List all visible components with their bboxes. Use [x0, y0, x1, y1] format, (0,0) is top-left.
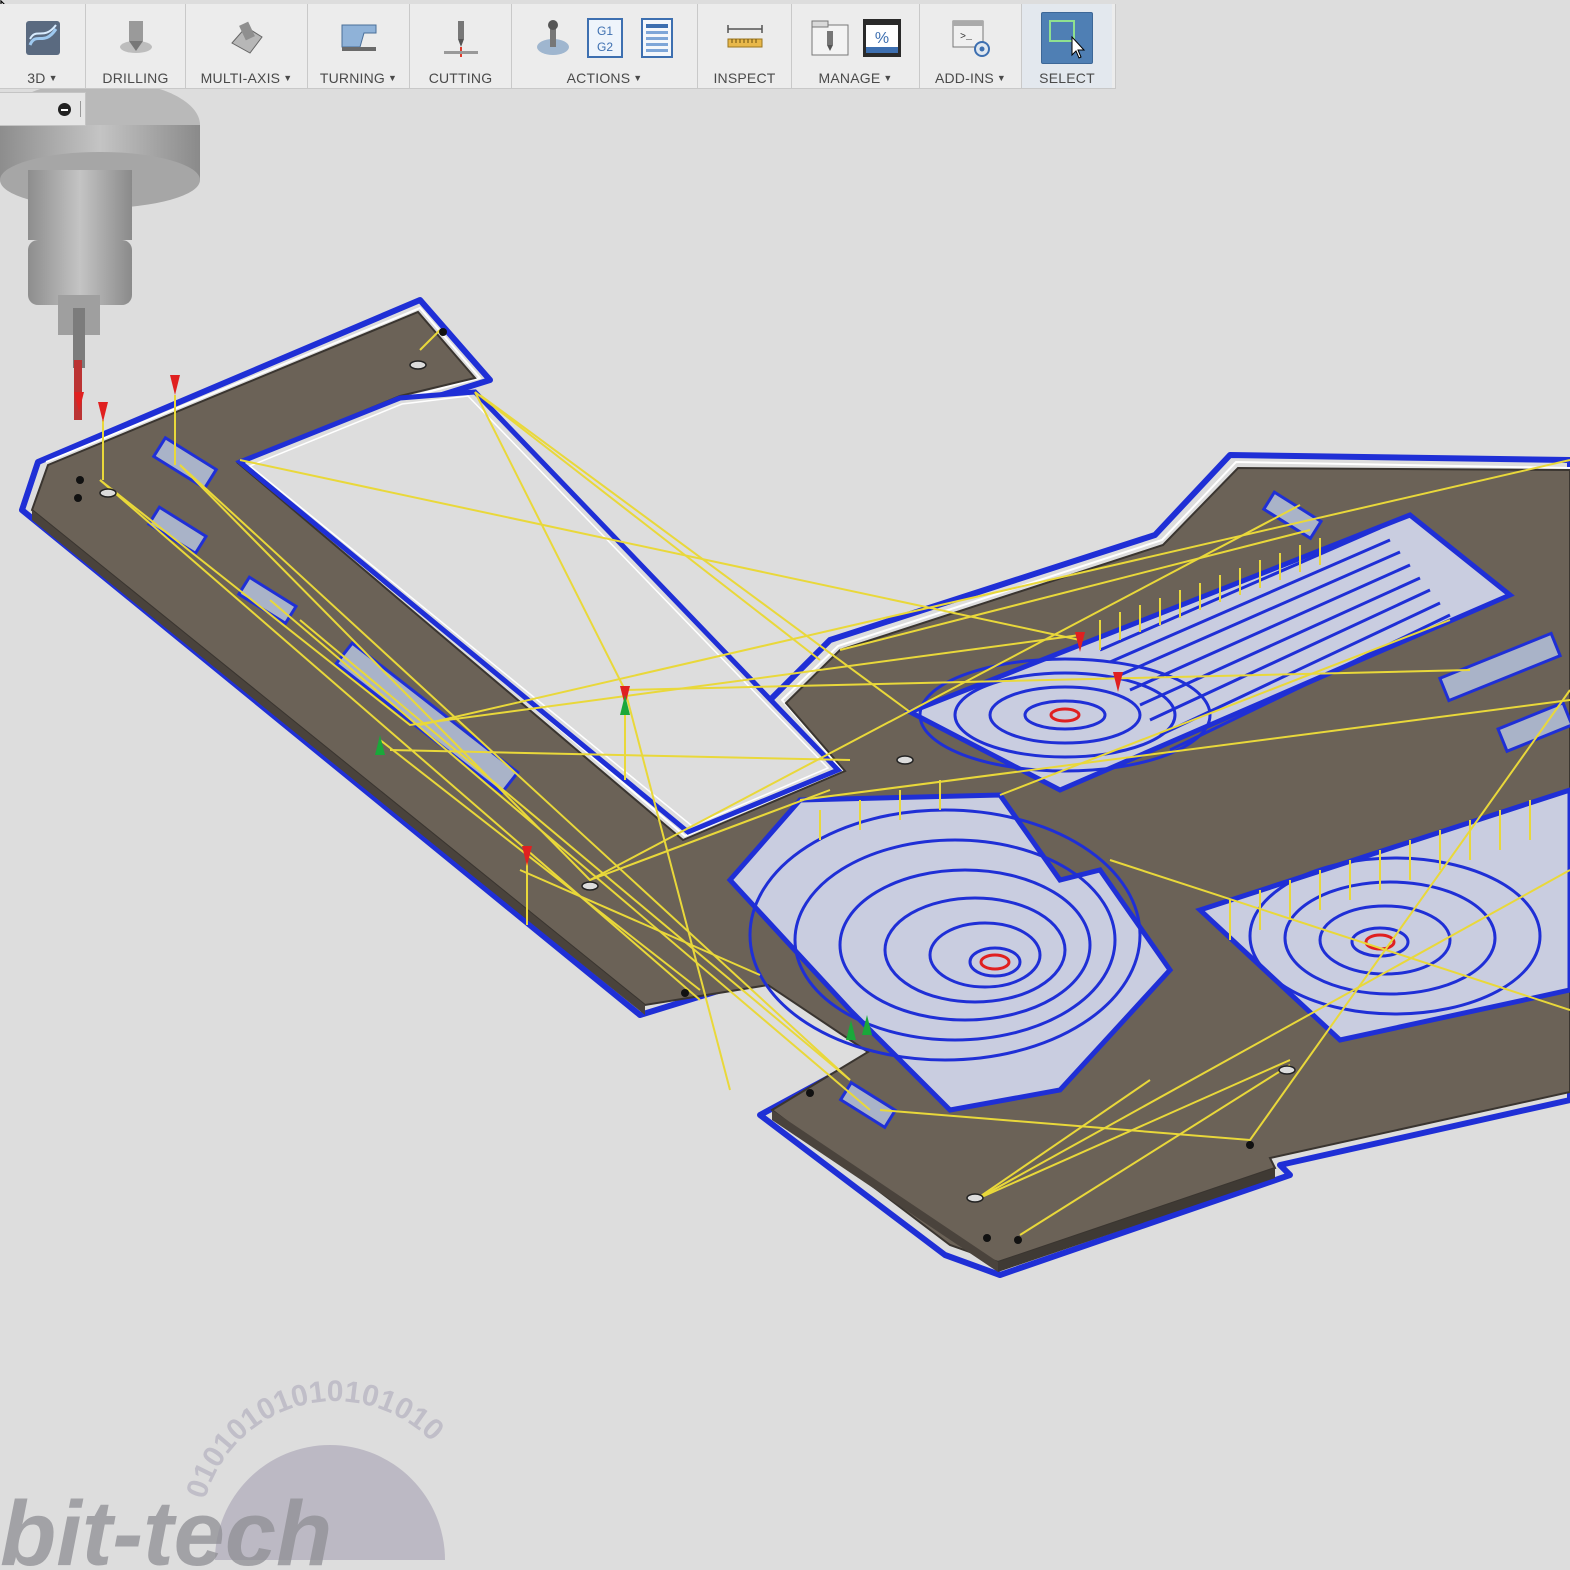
toolbar-group-add-ins[interactable]: >_ ADD-INS ▼	[920, 4, 1022, 88]
toolbar-label-add-ins: ADD-INS	[934, 70, 994, 86]
simulate-icon[interactable]	[532, 15, 574, 61]
cutting-icon[interactable]	[440, 15, 482, 61]
multi-axis-icon[interactable]	[226, 15, 268, 61]
drill-icon[interactable]	[115, 15, 157, 61]
collapse-icon[interactable]	[58, 103, 71, 116]
toolbar-group-turning[interactable]: TURNING ▼	[308, 4, 410, 88]
chevron-down-icon: ▼	[283, 73, 293, 83]
chevron-down-icon: ▼	[996, 73, 1007, 83]
toolbar-group-actions[interactable]: G1 G2 ACTIONS ▼	[512, 4, 698, 88]
scripts-gear-icon[interactable]: >_	[950, 15, 992, 61]
toolbar-label-turning: TURNING	[319, 70, 386, 86]
toolbar-group-select[interactable]: SELECT	[1022, 4, 1112, 88]
toolbar-label-select: SELECT	[1039, 70, 1095, 86]
chevron-down-icon: ▼	[883, 73, 893, 83]
toolbar-group-inspect[interactable]: INSPECT	[698, 4, 792, 88]
select-cursor-icon[interactable]	[1041, 12, 1093, 64]
toolbar-label-3d: 3D	[27, 70, 46, 86]
toolpath-scene[interactable]	[0, 0, 1570, 1570]
watermark-text: bit-tech	[0, 1483, 332, 1570]
toolbar-label-inspect: INSPECT	[713, 70, 776, 86]
chevron-down-icon: ▼	[633, 73, 643, 83]
toolbar-group-drilling[interactable]: DRILLING	[86, 4, 186, 88]
svg-text:%: %	[874, 30, 888, 47]
toolbar-label-actions: ACTIONS	[566, 70, 631, 86]
toolbar-group-3d[interactable]: 3D ▼	[0, 4, 86, 88]
toolbar-group-manage[interactable]: % MANAGE ▼	[792, 4, 920, 88]
turning-icon[interactable]	[338, 15, 380, 61]
toolbar-group-cutting[interactable]: CUTTING	[410, 4, 512, 88]
panel-divider	[80, 101, 81, 117]
toolbar-group-multi-axis[interactable]: MULTI-AXIS ▼	[186, 4, 308, 88]
bit-tech-watermark-logo: 01010101010101010 bit-tech	[0, 1380, 450, 1570]
chevron-down-icon: ▼	[388, 73, 398, 83]
toolbar-label-manage: MANAGE	[818, 70, 881, 86]
chevron-down-icon: ▼	[48, 73, 58, 83]
3d-viewport[interactable]	[0, 0, 1570, 1570]
cam-toolbar: 3D ▼ DRILLING MULTI-AXIS ▼ TURNING ▼ CUT…	[0, 4, 1116, 89]
svg-text:G1: G1	[596, 24, 612, 38]
post-process-icon[interactable]: G1 G2	[584, 15, 626, 61]
svg-text:>_: >_	[960, 32, 973, 43]
tool-library-icon[interactable]	[809, 15, 851, 61]
svg-text:G2: G2	[596, 40, 612, 54]
toolbar-label-drilling: DRILLING	[102, 70, 169, 86]
toolbar-label-multi-axis: MULTI-AXIS	[200, 70, 281, 86]
setup-sheet-icon[interactable]	[636, 15, 678, 61]
ruler-icon[interactable]	[724, 15, 766, 61]
toolbar-label-cutting: CUTTING	[428, 70, 493, 86]
browser-panel-strip	[0, 92, 86, 126]
3d-milling-icon[interactable]	[22, 15, 64, 61]
spindle-head	[0, 80, 200, 420]
template-library-icon[interactable]: %	[861, 15, 903, 61]
